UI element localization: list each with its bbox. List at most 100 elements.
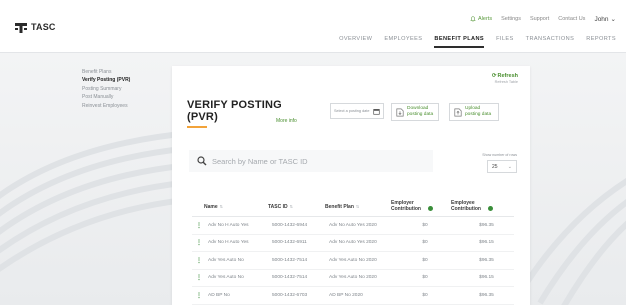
row-name: Adv Yes Auto No xyxy=(208,257,244,263)
table-row[interactable]: ⋮ AD BP No 5000-1432-6703 AD BP No 2020 … xyxy=(192,287,514,305)
title-underline xyxy=(187,126,207,128)
col-employer-contribution[interactable]: Employer Contribution xyxy=(391,199,451,212)
search-icon xyxy=(197,156,207,166)
col-benefit-plan[interactable]: Benefit Plan ⇅ xyxy=(325,204,391,210)
nav-employees[interactable]: EMPLOYEES xyxy=(384,36,422,42)
rows-per-page: Show number of rows 25 ⌄ xyxy=(482,153,517,173)
refresh-control[interactable]: ⟳ Refresh Refresh Table xyxy=(492,73,518,84)
refresh-label: Refresh xyxy=(497,73,518,79)
refresh-icon: ⟳ xyxy=(491,73,497,79)
search-input[interactable]: Search by Name or TASC ID xyxy=(189,150,433,172)
col-employee-contribution-label: Employee Contribution xyxy=(451,199,481,212)
row-employer-contribution: $0 xyxy=(422,222,428,228)
page-title: VERIFY POSTING (PVR) xyxy=(187,99,283,123)
main-nav: OVERVIEW EMPLOYEES BENEFIT PLANS FILES T… xyxy=(339,36,616,48)
row-benefit-plan: Adv No Auto Yes 2020 xyxy=(329,222,377,228)
col-tasc-id[interactable]: TASC ID ⇅ xyxy=(268,204,325,210)
row-name: Adv Yes Auto No xyxy=(208,275,244,281)
page-title-text: VERIFY POSTING (PVR) xyxy=(187,99,282,123)
col-employer-contribution-label: Employer Contribution xyxy=(391,199,421,212)
table-row[interactable]: ⋮ Adv Yes Auto No 5000-1432-7514 Adv Yes… xyxy=(192,252,514,270)
tasc-logo-icon xyxy=(14,20,28,34)
upload-file-icon xyxy=(454,108,462,116)
row-tasc-id: 5000-1432-7514 xyxy=(272,257,308,263)
nav-transactions[interactable]: TRANSACTIONS xyxy=(526,36,575,42)
user-menu[interactable]: John ⌄ xyxy=(594,15,616,24)
row-menu-icon[interactable]: ⋮ xyxy=(192,257,208,264)
posting-date-placeholder: Select a posting date xyxy=(334,109,370,113)
row-employee-contribution: $96.15 xyxy=(479,240,494,246)
nav-reports[interactable]: REPORTS xyxy=(586,36,616,42)
table-row[interactable]: ⋮ Adv No H Auto Yes 5000-1432-6944 Adv N… xyxy=(192,217,514,235)
utility-nav: Alerts Settings Support Contact Us John … xyxy=(470,15,616,23)
row-benefit-plan: Adv Yes Auto No 2020 xyxy=(329,275,377,281)
row-menu-icon[interactable]: ⋮ xyxy=(192,222,208,229)
verify-posting-card: ⟳ Refresh Refresh Table VERIFY POSTING (… xyxy=(172,66,530,305)
row-tasc-id: 5000-1432-7514 xyxy=(272,275,308,281)
table-row[interactable]: ⋮ Adv No H Auto Yes 5000-1432-6911 Adv N… xyxy=(192,235,514,252)
row-name: Adv No H Auto Yes xyxy=(208,240,249,246)
info-icon[interactable] xyxy=(488,205,493,211)
tasc-logo-text: TASC xyxy=(31,22,56,32)
table-header: Name ⇅ TASC ID ⇅ Benefit Plan ⇅ Employer Co… xyxy=(192,197,514,217)
row-employee-contribution: $96.35 xyxy=(479,257,494,263)
tasc-logo[interactable]: TASC xyxy=(14,20,56,34)
sort-icon: ⇅ xyxy=(219,203,223,209)
row-menu-icon[interactable]: ⋮ xyxy=(192,239,208,246)
col-name[interactable]: Name ⇅ xyxy=(204,204,268,210)
row-menu-icon[interactable]: ⋮ xyxy=(192,274,208,281)
support-link[interactable]: Support xyxy=(530,16,549,22)
rows-per-page-label: Show number of rows xyxy=(482,153,517,157)
download-file-icon xyxy=(396,108,404,116)
row-menu-icon[interactable]: ⋮ xyxy=(192,292,208,299)
user-name: John xyxy=(594,15,609,23)
nav-benefit-plans[interactable]: BENEFIT PLANS xyxy=(434,36,484,48)
row-employee-contribution: $96.35 xyxy=(479,222,494,228)
sort-icon: ⇅ xyxy=(289,203,293,209)
row-employee-contribution: $96.35 xyxy=(479,292,494,298)
download-label: Download posting data xyxy=(407,106,434,117)
row-tasc-id: 5000-1432-6703 xyxy=(272,292,308,298)
search-placeholder: Search by Name or TASC ID xyxy=(212,156,308,166)
alerts-link[interactable]: Alerts xyxy=(470,16,492,22)
rows-per-page-select[interactable]: 25 ⌄ xyxy=(487,160,517,173)
side-menu-benefit-plans[interactable]: Benefit Plans xyxy=(82,68,130,76)
posting-table: Name ⇅ TASC ID ⇅ Benefit Plan ⇅ Employer Co… xyxy=(192,197,514,305)
side-menu-post-manually[interactable]: Post Manually xyxy=(82,93,130,101)
row-name: Adv No H Auto Yes xyxy=(208,222,249,228)
col-benefit-plan-label: Benefit Plan xyxy=(325,203,354,210)
nav-files[interactable]: FILES xyxy=(496,36,514,42)
chevron-down-icon: ⌄ xyxy=(507,163,512,170)
settings-link[interactable]: Settings xyxy=(501,16,521,22)
info-icon[interactable] xyxy=(428,205,433,211)
side-menu-verify-posting[interactable]: Verify Posting (PVR) xyxy=(82,76,130,84)
calendar-icon xyxy=(373,108,380,115)
download-posting-data-button[interactable]: Download posting data xyxy=(391,103,439,121)
row-tasc-id: 5000-1432-6911 xyxy=(272,240,307,246)
col-employee-contribution[interactable]: Employee Contribution xyxy=(451,199,514,212)
side-menu-posting-summary[interactable]: Posting Summary xyxy=(82,85,130,93)
row-name: AD BP No xyxy=(208,292,230,298)
row-employer-contribution: $0 xyxy=(422,240,428,246)
more-info-link[interactable]: More info xyxy=(276,118,297,124)
row-benefit-plan: Adv No Auto Yes 2020 xyxy=(329,240,377,246)
alerts-label: Alerts xyxy=(478,16,493,22)
bell-icon xyxy=(470,16,476,22)
sort-icon: ⇅ xyxy=(355,203,360,209)
contact-us-link[interactable]: Contact Us xyxy=(558,16,585,22)
row-benefit-plan: Adv Yes Auto No 2020 xyxy=(329,257,377,263)
row-tasc-id: 5000-1432-6944 xyxy=(272,222,308,228)
side-menu-reinvest-employees[interactable]: Reinvest Employees xyxy=(82,102,130,110)
table-row[interactable]: ⋮ Adv Yes Auto No 5000-1432-7514 Adv Yes… xyxy=(192,270,514,287)
upload-posting-data-button[interactable]: Upload posting data xyxy=(449,103,499,121)
refresh-sublabel: Refresh Table xyxy=(494,80,518,84)
side-menu: Benefit Plans Verify Posting (PVR) Posti… xyxy=(82,68,130,110)
upload-label: Upload posting data xyxy=(465,106,492,117)
nav-overview[interactable]: OVERVIEW xyxy=(339,36,372,42)
top-bar: TASC Alerts Settings Support Contact Us … xyxy=(0,0,626,53)
chevron-down-icon: ⌄ xyxy=(610,16,616,23)
row-employee-contribution: $96.15 xyxy=(479,275,494,281)
row-employer-contribution: $0 xyxy=(422,292,428,298)
row-employer-contribution: $0 xyxy=(422,275,428,281)
posting-date-picker[interactable]: Select a posting date xyxy=(330,103,384,119)
